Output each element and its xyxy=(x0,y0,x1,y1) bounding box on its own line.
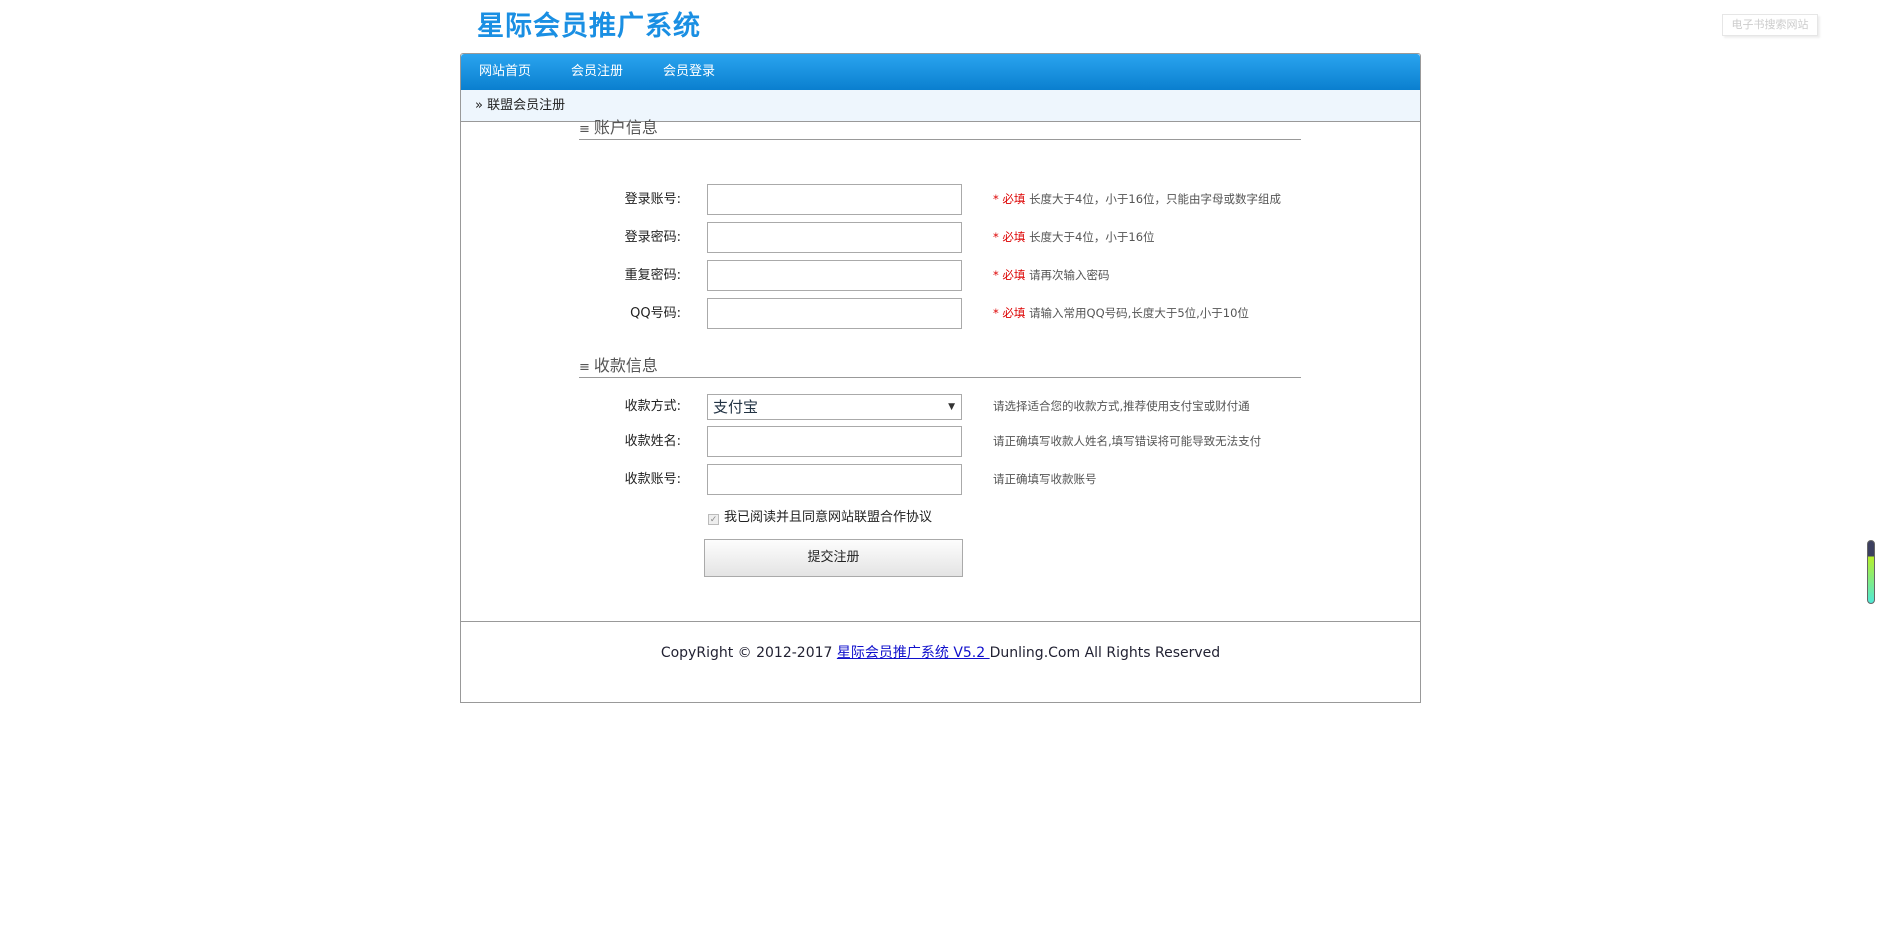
qq-label: QQ号码: xyxy=(630,306,681,321)
username-input[interactable] xyxy=(707,184,962,215)
hint-text: 长度大于4位，小于16位 xyxy=(1029,230,1155,244)
nav-bar: 网站首页 会员注册 会员登录 xyxy=(461,54,1420,90)
payee-name-label: 收款姓名: xyxy=(624,434,681,449)
username-label: 登录账号: xyxy=(624,192,681,207)
payment-method-hint: 请选择适合您的收款方式,推荐使用支付宝或财付通 xyxy=(993,399,1250,413)
checkbox-checked-icon[interactable]: ✓ xyxy=(708,514,719,525)
site-title: 星际会员推广系统 xyxy=(477,11,701,42)
agreement-checkbox-row[interactable]: ✓ 我已阅读并且同意网站联盟合作协议 xyxy=(708,508,932,528)
required-mark: * 必填 xyxy=(993,192,1026,206)
qq-input[interactable] xyxy=(707,298,962,329)
footer-divider xyxy=(461,621,1420,622)
confirm-password-label: 重复密码: xyxy=(624,268,681,283)
password-label: 登录密码: xyxy=(624,230,681,245)
list-icon: ≡ xyxy=(579,122,590,137)
nav-login[interactable]: 会员登录 xyxy=(663,54,715,90)
selected-value: 支付宝 xyxy=(713,398,759,416)
section-title: 收款信息 xyxy=(593,356,658,375)
payee-account-input[interactable] xyxy=(707,464,962,495)
hint-text: 请输入常用QQ号码,长度大于5位,小于10位 xyxy=(1029,306,1249,320)
copyright: CopyRight © 2012-2017 星际会员推广系统 V5.2 Dunl… xyxy=(461,642,1420,662)
payee-name-input[interactable] xyxy=(707,426,962,457)
payee-account-hint: 请正确填写收款账号 xyxy=(993,472,1097,486)
copyright-prefix: CopyRight © 2012-2017 xyxy=(660,645,837,661)
confirm-password-input[interactable] xyxy=(707,260,962,291)
username-hint: * 必填 长度大于4位，小于16位，只能由字母或数字组成 xyxy=(993,184,1281,215)
list-icon: ≡ xyxy=(579,360,590,375)
confirm-password-hint: * 必填 请再次输入密码 xyxy=(993,260,1110,291)
hint-text: 长度大于4位，小于16位，只能由字母或数字组成 xyxy=(1029,192,1282,206)
qq-hint: * 必填 请输入常用QQ号码,长度大于5位,小于10位 xyxy=(993,298,1249,329)
payment-method-select[interactable]: 支付宝 ▼ xyxy=(707,394,962,420)
copyright-suffix: Dunling.Com All Rights Reserved xyxy=(989,645,1221,661)
required-mark: * 必填 xyxy=(993,306,1026,320)
dropdown-arrow-icon: ▼ xyxy=(948,402,955,412)
double-chevron-icon: » xyxy=(475,98,483,113)
watermark-badge: 电子书搜索网站 xyxy=(1722,14,1818,36)
payee-name-hint: 请正确填写收款人姓名,填写错误将可能导致无法支付 xyxy=(993,434,1262,448)
nav-home[interactable]: 网站首页 xyxy=(479,54,531,90)
required-mark: * 必填 xyxy=(993,230,1026,244)
payment-method-label: 收款方式: xyxy=(624,399,681,414)
section-title: 账户信息 xyxy=(593,118,658,137)
submit-register-button[interactable]: 提交注册 xyxy=(704,539,963,577)
section-account-info: ≡ 账户信息 xyxy=(579,114,1301,140)
main-panel: 网站首页 会员注册 会员登录 » 联盟会员注册 ≡ 账户信息 登录账号: * 必填… xyxy=(460,53,1421,703)
section-payment-info: ≡ 收款信息 xyxy=(579,352,1301,378)
system-link[interactable]: 星际会员推广系统 V5.2 xyxy=(837,645,990,661)
hint-text: 请再次输入密码 xyxy=(1029,268,1110,282)
password-input[interactable] xyxy=(707,222,962,253)
breadcrumb-label: 联盟会员注册 xyxy=(487,98,566,113)
nav-register[interactable]: 会员注册 xyxy=(571,54,623,90)
scroll-indicator[interactable] xyxy=(1867,540,1875,604)
agreement-label: 我已阅读并且同意网站联盟合作协议 xyxy=(724,510,933,525)
required-mark: * 必填 xyxy=(993,268,1026,282)
payee-account-label: 收款账号: xyxy=(624,472,681,487)
password-hint: * 必填 长度大于4位，小于16位 xyxy=(993,222,1155,253)
